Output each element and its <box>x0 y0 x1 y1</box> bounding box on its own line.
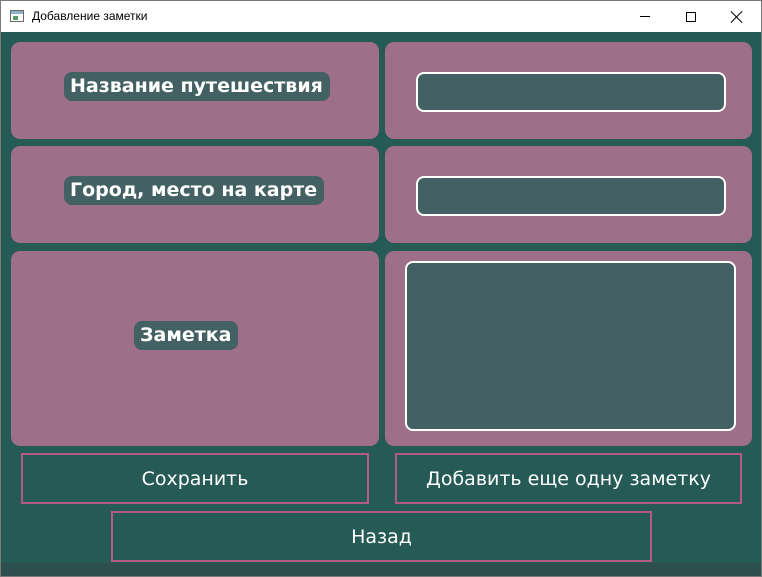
trip-name-input[interactable] <box>416 72 726 112</box>
app-window: Добавление заметки Название путешествия … <box>0 0 762 577</box>
place-input[interactable] <box>416 176 726 216</box>
close-icon <box>731 11 743 23</box>
note-input-card <box>385 251 752 446</box>
note-label: Заметка <box>134 321 239 350</box>
minimize-icon <box>640 16 650 17</box>
trip-name-label: Название путешествия <box>64 72 330 101</box>
trip-name-label-card: Название путешествия <box>11 42 379 139</box>
add-another-note-button[interactable]: Добавить еще одну заметку <box>395 453 742 504</box>
bottom-strip <box>1 563 761 576</box>
place-label-card: Город, место на карте <box>11 146 379 243</box>
place-label: Город, место на карте <box>64 176 325 205</box>
place-input-card <box>385 146 752 243</box>
form-area: Название путешествия Город, место на кар… <box>1 32 761 576</box>
back-button[interactable]: Назад <box>111 511 652 562</box>
note-textarea[interactable] <box>405 261 736 431</box>
save-button[interactable]: Сохранить <box>21 453 369 504</box>
minimize-button[interactable] <box>622 1 668 32</box>
close-button[interactable] <box>714 1 760 32</box>
maximize-button[interactable] <box>668 1 714 32</box>
maximize-icon <box>686 11 696 22</box>
note-label-card: Заметка <box>11 251 379 446</box>
window-title: Добавление заметки <box>32 9 148 23</box>
trip-name-input-card <box>385 42 752 139</box>
title-bar: Добавление заметки <box>1 1 761 32</box>
app-window-icon <box>10 10 24 22</box>
